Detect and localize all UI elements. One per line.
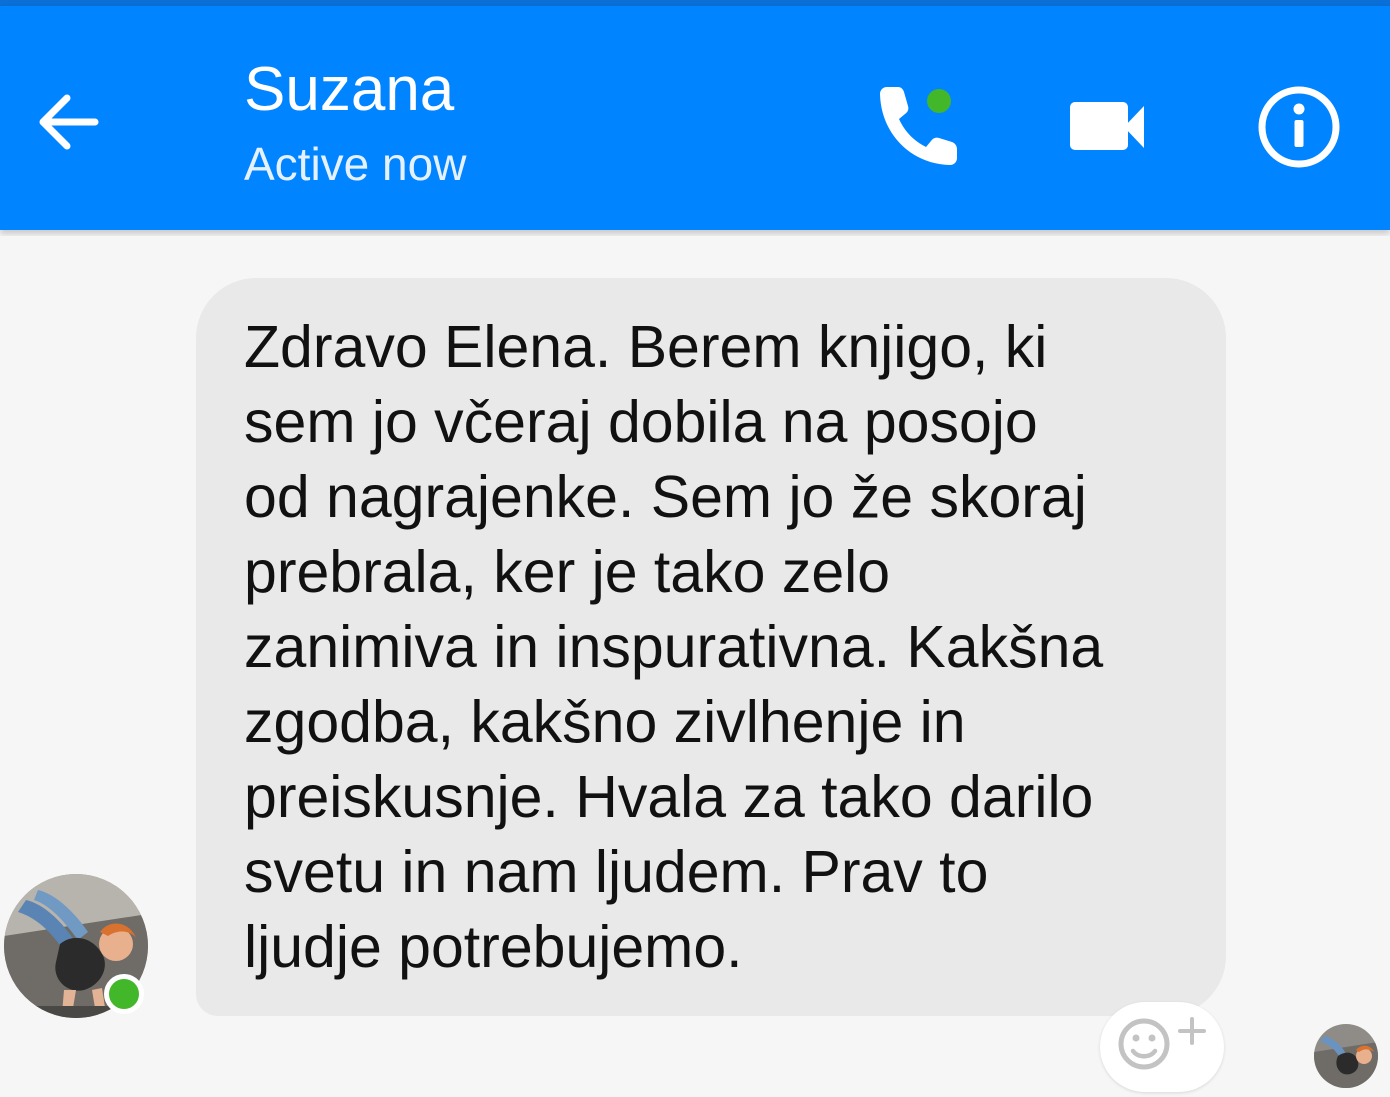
- active-indicator: [927, 89, 951, 113]
- add-reaction-icon: [1118, 1017, 1206, 1070]
- online-indicator: [104, 974, 144, 1014]
- back-button[interactable]: [28, 82, 108, 162]
- active-status: Active now: [244, 138, 467, 190]
- conversation-header: Suzana Active now: [0, 6, 1390, 230]
- video-call-button[interactable]: [1060, 82, 1156, 172]
- add-reaction-button[interactable]: [1100, 1002, 1224, 1092]
- message-list[interactable]: Zdravo Elena. Berem knjigo, ki sem jo vč…: [0, 236, 1390, 1092]
- info-button[interactable]: [1252, 80, 1346, 174]
- voice-call-button[interactable]: [866, 76, 966, 176]
- phone-icon: [880, 87, 957, 165]
- seen-avatar-photo: [1314, 1024, 1378, 1088]
- seen-by-avatar: [1314, 1024, 1378, 1088]
- message-bubble[interactable]: Zdravo Elena. Berem knjigo, ki sem jo vč…: [196, 278, 1226, 1016]
- contact-name[interactable]: Suzana: [244, 50, 454, 130]
- info-icon: [1258, 86, 1340, 168]
- arrow-left-icon: [39, 94, 99, 150]
- video-camera-icon: [1070, 102, 1144, 150]
